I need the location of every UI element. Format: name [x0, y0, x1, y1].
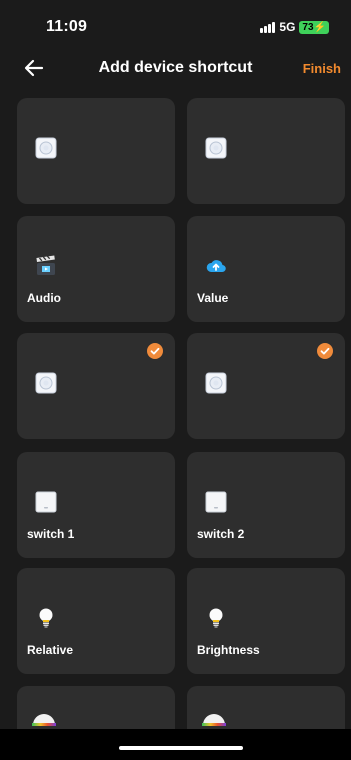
page-title: Add device shortcut: [98, 59, 253, 76]
phone-screen: 11:09 5G 73⚡ Add device shortcut Finish …: [0, 0, 351, 760]
device-card-label: switch 2: [197, 527, 245, 541]
home-indicator[interactable]: [119, 746, 243, 750]
selected-check-icon[interactable]: [147, 343, 163, 359]
light-bulb-icon: [35, 607, 57, 629]
selected-check-icon[interactable]: [317, 343, 333, 359]
device-card[interactable]: [17, 333, 175, 439]
device-card[interactable]: switch 1: [17, 452, 175, 558]
device-card-label: Brightness: [197, 643, 260, 657]
network-type: 5G: [279, 20, 296, 34]
device-card[interactable]: Value: [187, 216, 345, 322]
wall-switch-icon: [35, 491, 57, 513]
signal-icon: [260, 21, 276, 33]
device-card-label: Audio: [27, 291, 61, 305]
charging-icon: ⚡: [313, 21, 326, 33]
round-button-icon: [205, 372, 227, 394]
device-card-label: Value: [197, 291, 229, 305]
round-button-icon: [35, 372, 57, 394]
finish-button[interactable]: Finish: [303, 61, 341, 76]
device-card-label: switch 1: [27, 527, 75, 541]
battery-icon: 73⚡: [299, 20, 329, 34]
device-card[interactable]: Audio: [17, 216, 175, 322]
battery-level: 73: [302, 21, 314, 33]
device-card[interactable]: [187, 98, 345, 204]
light-bulb-icon: [205, 607, 227, 629]
device-card[interactable]: Brightness: [187, 568, 345, 674]
device-card[interactable]: [17, 98, 175, 204]
device-card[interactable]: [187, 333, 345, 439]
wall-switch-icon: [205, 491, 227, 513]
round-button-icon: [205, 137, 227, 159]
device-card[interactable]: Relative: [17, 568, 175, 674]
bottom-safe-area: [0, 729, 351, 760]
status-bar: 11:09 5G 73⚡: [0, 0, 351, 44]
device-card-label: Relative: [27, 643, 74, 657]
cloud-upload-icon: [205, 255, 227, 277]
status-indicators: 5G 73⚡: [260, 20, 329, 34]
round-button-icon: [35, 137, 57, 159]
device-card[interactable]: switch 2: [187, 452, 345, 558]
clapperboard-icon: [35, 255, 57, 277]
navigation-bar: Add device shortcut Finish: [0, 50, 351, 86]
status-time: 11:09: [46, 18, 88, 35]
